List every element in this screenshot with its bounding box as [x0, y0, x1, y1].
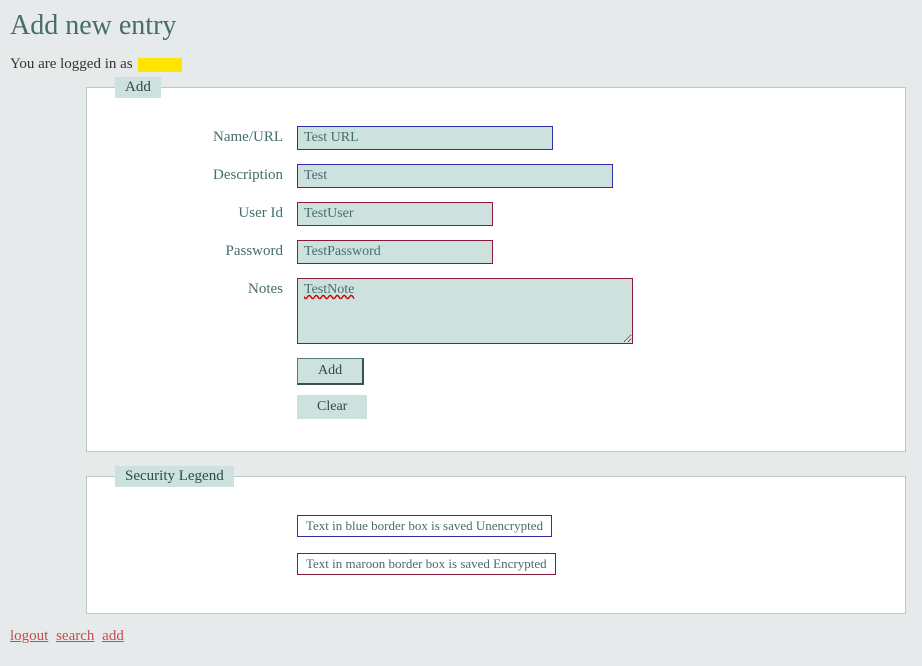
- add-panel: Add Name/URL Description User Id Passwor…: [86, 77, 906, 452]
- logged-in-prefix: You are logged in as: [10, 56, 136, 72]
- footer-links: logout search add: [10, 628, 916, 645]
- security-legend-panel: Security Legend Text in blue border box …: [86, 466, 906, 614]
- description-input[interactable]: [297, 164, 613, 188]
- user-id-input[interactable]: [297, 202, 493, 226]
- username-redacted: [138, 58, 182, 72]
- clear-button[interactable]: Clear: [297, 395, 367, 419]
- label-user-id: User Id: [107, 202, 297, 222]
- legend-encrypted: Text in maroon border box is saved Encry…: [297, 553, 556, 575]
- add-link[interactable]: add: [102, 628, 124, 644]
- add-legend: Add: [115, 77, 161, 98]
- label-notes: Notes: [107, 278, 297, 298]
- logout-link[interactable]: logout: [10, 628, 48, 644]
- notes-textarea[interactable]: [297, 278, 633, 344]
- add-button[interactable]: Add: [297, 358, 364, 385]
- legend-unencrypted: Text in blue border box is saved Unencry…: [297, 515, 552, 537]
- security-legend-title: Security Legend: [115, 466, 234, 487]
- search-link[interactable]: search: [56, 628, 94, 644]
- password-input[interactable]: [297, 240, 493, 264]
- page-title: Add new entry: [10, 10, 916, 42]
- label-description: Description: [107, 164, 297, 184]
- logged-in-text: You are logged in as: [10, 56, 916, 73]
- name-input[interactable]: [297, 126, 553, 150]
- label-name: Name/URL: [107, 126, 297, 146]
- label-password: Password: [107, 240, 297, 260]
